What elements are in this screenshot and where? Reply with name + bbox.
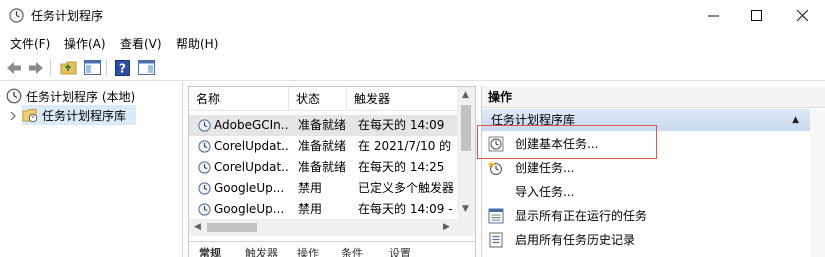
show-hide-action-pane-button[interactable] bbox=[136, 58, 156, 77]
task-list-horizontal-scrollbar[interactable]: ◀ ▶ bbox=[189, 219, 457, 236]
action-import-task[interactable]: 导入任务... bbox=[482, 180, 811, 204]
back-arrow-icon bbox=[7, 61, 21, 74]
menu-file[interactable]: 文件(F) bbox=[10, 35, 50, 52]
action-enable-history[interactable]: 启用所有任务历史记录 bbox=[482, 228, 811, 252]
task-name: GoogleUp... bbox=[214, 181, 285, 195]
help-icon: ? bbox=[114, 59, 130, 76]
table-row[interactable]: GoogleUp... 禁用 已定义多个触发器 bbox=[189, 178, 457, 199]
task-trigger: 已定义多个触发器 bbox=[358, 181, 455, 195]
chevron-right-icon[interactable] bbox=[9, 111, 17, 121]
task-name: CorelUpdat... bbox=[214, 160, 289, 174]
help-button[interactable]: ? bbox=[112, 58, 132, 77]
minimize-button[interactable] bbox=[690, 0, 736, 31]
tree-item-root-label: 任务计划程序 (本地) bbox=[26, 89, 136, 104]
scroll-left-icon[interactable]: ◀ bbox=[194, 223, 201, 232]
table-row[interactable]: GoogleUp... 禁用 在每天的 14:09 - bbox=[189, 199, 457, 220]
maximize-icon bbox=[750, 10, 762, 21]
column-header-trigger[interactable]: 触发器 bbox=[347, 87, 457, 111]
task-trigger: 在每天的 14:09 bbox=[358, 118, 445, 132]
scroll-down-icon[interactable]: ▼ bbox=[462, 205, 469, 214]
action-show-running-tasks[interactable]: 显示所有正在运行的任务 bbox=[482, 204, 811, 228]
task-list-vertical-scrollbar[interactable]: ▲ ▼ bbox=[457, 87, 475, 219]
task-status: 禁用 bbox=[298, 202, 323, 216]
menu-action[interactable]: 操作(A) bbox=[64, 35, 106, 52]
menu-help[interactable]: 帮助(H) bbox=[176, 35, 218, 52]
navigation-tree: 任务计划程序 (本地) 任务计划程序库 bbox=[0, 82, 183, 257]
task-status: 准备就绪 bbox=[298, 160, 347, 174]
svg-text:?: ? bbox=[119, 61, 126, 75]
task-scheduler-clock-icon bbox=[6, 88, 22, 104]
tree-item-library[interactable]: 任务计划程序库 bbox=[22, 105, 136, 125]
minimize-icon bbox=[707, 15, 719, 17]
task-detail-tabs: 常规 触发器 操作 条件 设置 bbox=[189, 241, 475, 257]
tab-general[interactable]: 常规 bbox=[199, 245, 221, 257]
forward-arrow-icon bbox=[29, 61, 43, 74]
show-hide-tree-button[interactable] bbox=[82, 58, 102, 77]
back-button[interactable] bbox=[4, 58, 24, 77]
task-trigger: 在每天的 14:25 bbox=[358, 160, 445, 174]
table-row[interactable]: CorelUpdat... 准备就绪 在每天的 14:25 bbox=[189, 157, 457, 178]
running-tasks-icon bbox=[488, 208, 504, 224]
task-name: GoogleUp... bbox=[214, 202, 285, 216]
toolbar: ? bbox=[0, 54, 825, 81]
scroll-right-icon[interactable]: ▶ bbox=[443, 223, 450, 232]
window-title: 任务计划程序 bbox=[31, 9, 104, 23]
scrollbar-corner bbox=[457, 219, 475, 236]
column-header-name[interactable]: 名称 bbox=[189, 87, 289, 111]
task-status: 准备就绪 bbox=[298, 118, 347, 132]
show-hide-action-pane-icon bbox=[137, 60, 155, 75]
task-name: CorelUpdat... bbox=[214, 139, 289, 153]
action-label: 导入任务... bbox=[515, 185, 575, 199]
task-list-header: 名称 状态 触发器 bbox=[189, 87, 457, 111]
close-icon bbox=[796, 10, 808, 21]
task-trigger: 在每天的 14:09 - bbox=[358, 202, 453, 216]
tree-item-root[interactable]: 任务计划程序 (本地) bbox=[6, 86, 178, 106]
tree-item-library-label: 任务计划程序库 bbox=[42, 108, 127, 123]
action-create-task[interactable]: 创建任务... bbox=[482, 156, 811, 180]
title-bar: 任务计划程序 bbox=[0, 0, 825, 31]
tab-conditions[interactable]: 条件 bbox=[341, 245, 363, 257]
task-status: 禁用 bbox=[298, 181, 323, 195]
up-folder-button[interactable] bbox=[58, 58, 78, 77]
tab-triggers[interactable]: 触发器 bbox=[245, 245, 278, 257]
task-status: 准备就绪 bbox=[298, 139, 347, 153]
collapse-up-icon[interactable]: ▲ bbox=[792, 109, 799, 131]
actions-pane: 操作 任务计划程序库 ▲ 创建基本任务... 创建任务... 导入任务... 显… bbox=[481, 86, 825, 257]
table-row[interactable]: CorelUpdat... 准备就绪 在 2021/7/10 的 bbox=[189, 136, 457, 157]
folder-clock-icon bbox=[22, 109, 38, 123]
tab-actions[interactable]: 操作 bbox=[297, 245, 319, 257]
action-label: 启用所有任务历史记录 bbox=[515, 233, 636, 247]
horizontal-scroll-thumb[interactable] bbox=[207, 223, 257, 232]
close-button[interactable] bbox=[779, 0, 825, 31]
task-list: 名称 状态 触发器 AdobeGCIn... 准备就绪 在每天的 14:09 C… bbox=[188, 86, 476, 257]
toolbar-separator bbox=[50, 59, 51, 76]
menu-bar: 文件(F) 操作(A) 查看(V) 帮助(H) bbox=[0, 31, 825, 54]
create-task-icon bbox=[488, 161, 502, 175]
toolbar-separator bbox=[106, 59, 107, 76]
task-trigger: 在 2021/7/10 的 bbox=[358, 139, 452, 153]
vertical-scroll-thumb[interactable] bbox=[461, 105, 471, 151]
scroll-up-icon[interactable]: ▲ bbox=[462, 91, 469, 100]
maximize-button[interactable] bbox=[733, 0, 779, 31]
history-icon bbox=[489, 232, 503, 248]
show-hide-tree-icon bbox=[83, 60, 101, 75]
task-scheduler-clock-icon bbox=[9, 8, 24, 23]
highlight-box bbox=[477, 125, 657, 159]
forward-button[interactable] bbox=[26, 58, 46, 77]
task-name: AdobeGCIn... bbox=[214, 118, 289, 132]
actions-pane-scrollbar[interactable] bbox=[810, 110, 825, 257]
column-header-status[interactable]: 状态 bbox=[289, 87, 347, 111]
table-row[interactable]: AdobeGCIn... 准备就绪 在每天的 14:09 bbox=[189, 115, 457, 136]
folder-up-icon bbox=[60, 61, 76, 75]
actions-pane-title: 操作 bbox=[482, 86, 825, 108]
action-label: 显示所有正在运行的任务 bbox=[515, 209, 648, 223]
tab-settings[interactable]: 设置 bbox=[389, 245, 411, 257]
menu-view[interactable]: 查看(V) bbox=[120, 35, 162, 52]
action-label: 创建任务... bbox=[515, 161, 575, 175]
